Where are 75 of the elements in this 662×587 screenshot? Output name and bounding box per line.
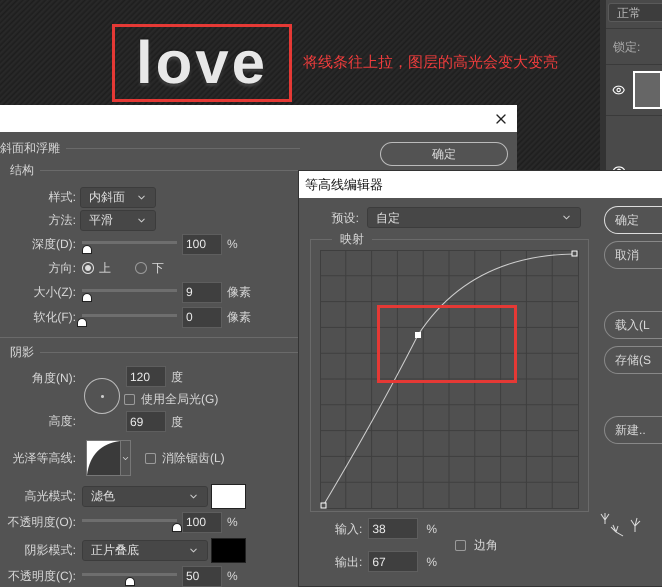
radio-label: 下 (152, 260, 164, 277)
preset-dropdown[interactable]: 自定 (367, 207, 581, 228)
field-label: 方向: (48, 260, 77, 277)
altitude-field[interactable]: 69 (126, 411, 166, 432)
checkbox[interactable] (124, 394, 135, 404)
radio-label: 上 (99, 260, 111, 277)
dialog-title: 等高线编辑器 (305, 176, 383, 194)
dialog-button[interactable]: 新建.. (604, 416, 662, 444)
field-label: 方法: (48, 212, 77, 229)
output-field[interactable]: 67 (368, 551, 418, 572)
field-label: 样式: (48, 189, 77, 206)
slider-thumb[interactable] (82, 245, 92, 254)
style-dropdown[interactable]: 内斜面 (80, 186, 156, 208)
field-label: 角度(N): (31, 370, 77, 386)
field-label: 软化(F): (32, 309, 77, 326)
unit-label: 像素 (227, 284, 251, 301)
ok-button[interactable]: 确定 (380, 142, 508, 166)
field-label: 光泽等高线: (12, 450, 77, 467)
field-label: 预设: (330, 210, 360, 226)
slider-thumb[interactable] (172, 523, 182, 532)
technique-dropdown[interactable]: 平滑 (80, 210, 156, 230)
unit-label: % (227, 236, 238, 253)
unit-label: % (426, 554, 438, 570)
value-field[interactable]: 9 (182, 282, 222, 302)
slider-thumb[interactable] (77, 318, 87, 327)
shadow-mode-dropdown[interactable]: 正片叠底 (82, 540, 208, 560)
field-label: 深度(D): (31, 236, 77, 253)
group-title: 结构 (10, 162, 34, 179)
color-swatch[interactable] (211, 484, 246, 508)
blend-mode-dropdown[interactable]: 正常 (608, 3, 662, 22)
value-field[interactable]: 0 (182, 306, 222, 328)
field-label: 阴影模式: (24, 542, 77, 559)
unit-label: % (227, 514, 238, 531)
checkbox[interactable] (455, 540, 466, 550)
lock-label: 锁定: (613, 39, 642, 56)
unit-label: 像素 (227, 309, 251, 326)
checkbox-label: 边角 (474, 537, 498, 554)
group-title: 阴影 (10, 344, 34, 361)
field-label: 输出: (335, 554, 364, 570)
value-field[interactable]: 100 (182, 512, 222, 532)
section-title: 斜面和浮雕 (0, 140, 60, 157)
dialog-button[interactable]: 确定 (604, 206, 662, 234)
eye-icon[interactable] (612, 83, 626, 97)
field-label: 不透明度(O): (6, 514, 77, 531)
contour-picker[interactable] (86, 440, 131, 476)
checkbox-label: 使用全局光(G) (141, 391, 218, 408)
field-label: 高光模式: (24, 488, 77, 505)
field-label: 输入: (335, 520, 364, 538)
field-label: 大小(Z): (32, 284, 77, 301)
unit-label: % (426, 520, 438, 538)
unit-label: % (227, 568, 238, 585)
checkbox[interactable] (145, 452, 156, 464)
value-field[interactable]: 50 (182, 566, 222, 586)
field-label: 高度: (48, 412, 77, 430)
unit-label: 度 (171, 368, 183, 386)
slider-thumb[interactable] (124, 577, 134, 586)
checkbox-label: 消除锯齿(L) (162, 450, 225, 467)
angle-dial[interactable] (84, 378, 120, 414)
annotation-text: 将线条往上拉，图层的高光会变大变亮 (303, 53, 558, 73)
dialog-button[interactable]: 存储(S (604, 346, 662, 374)
contour-thumbnail-icon (87, 441, 120, 475)
group-title: 映射 (339, 231, 365, 248)
layer-thumbnail[interactable] (633, 71, 662, 109)
angle-field[interactable]: 120 (126, 366, 166, 387)
dialog-button[interactable]: 载入(L (604, 311, 662, 339)
input-field[interactable]: 38 (368, 518, 418, 539)
artwork-text: love (136, 35, 268, 91)
field-label: 不透明度(C): (7, 568, 77, 585)
dialog-button[interactable]: 取消 (604, 241, 662, 269)
slider-thumb[interactable] (82, 293, 92, 302)
radio-button[interactable] (135, 262, 147, 274)
highlight-mode-dropdown[interactable]: 滤色 (82, 486, 208, 506)
unit-label: 度 (171, 414, 183, 430)
color-swatch[interactable] (211, 538, 246, 562)
value-field[interactable]: 100 (182, 234, 222, 254)
